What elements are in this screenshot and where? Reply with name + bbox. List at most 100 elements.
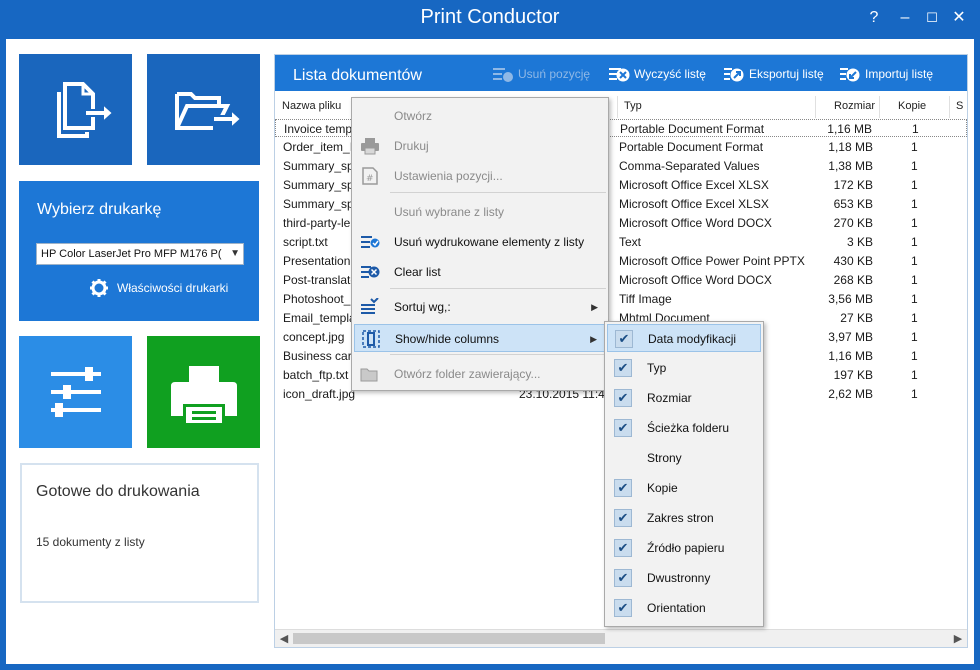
- clear-list-icon: [609, 68, 630, 82]
- cell-size: 3,56 MB: [828, 292, 873, 306]
- printer-dropdown[interactable]: HP Color LaserJet Pro MFP M176 P( ▼: [36, 243, 244, 265]
- cell-name: batch_ftp.txt: [283, 368, 349, 382]
- cell-size: 430 KB: [833, 254, 873, 268]
- menu-item-open[interactable]: Otwórz: [354, 102, 606, 130]
- cell-type: Microsoft Office Excel XLSX: [619, 178, 769, 192]
- columns-submenu: ✔ Data modyfikacji ✔ Typ ✔ Rozmiar ✔ Ścieżka fo…: [604, 321, 764, 627]
- checkmark-icon: ✔: [615, 330, 633, 348]
- cell-size: 172 KB: [833, 178, 873, 192]
- close-button[interactable]: ✕: [947, 6, 971, 30]
- cell-name: icon_draft.jpg: [283, 387, 356, 401]
- printer-icon: [171, 366, 237, 425]
- print-button[interactable]: [147, 336, 260, 448]
- menu-item-label: Drukuj: [394, 139, 429, 153]
- cell-copies: 1: [911, 254, 918, 268]
- maximize-button[interactable]: ☐: [920, 6, 944, 30]
- column-header-type[interactable]: Typ: [618, 96, 816, 118]
- cell-size: 3 KB: [846, 235, 873, 249]
- cell-size: 1,16 MB: [827, 122, 872, 136]
- columns-icon: [362, 330, 380, 348]
- menu-item-label: Sortuj wg,:: [394, 300, 451, 314]
- column-toggle-item[interactable]: ✔ Dwustronny: [607, 564, 761, 592]
- cell-type: Comma-Separated Values: [619, 159, 760, 173]
- menu-item-show-hide-columns[interactable]: Show/hide columns ▶: [354, 324, 606, 352]
- cell-type: Portable Document Format: [620, 122, 765, 136]
- cell-name: Post-translate: [283, 273, 358, 287]
- cell-copies: 1: [911, 235, 918, 249]
- column-toggle-label: Typ: [647, 361, 667, 375]
- printer-panel-title: Wybierz drukarkę: [37, 201, 162, 218]
- cell-copies: 1: [911, 178, 918, 192]
- printer-properties-label: Właściwości drukarki: [117, 281, 229, 295]
- scroll-right-icon[interactable]: ▶: [950, 631, 966, 647]
- checkmark-icon: ✔: [614, 599, 632, 617]
- chevron-down-icon: ▼: [230, 248, 240, 259]
- settings-button[interactable]: [19, 336, 132, 448]
- sort-icon: [361, 298, 379, 314]
- app-window: Print Conductor ? – ☐ ✕ Wybierz drukarkę: [0, 0, 980, 670]
- horizontal-scrollbar[interactable]: ◀ ▶: [275, 629, 967, 647]
- menu-item-item-settings[interactable]: # Ustawienia pozycji...: [354, 162, 606, 190]
- menu-item-clear-list[interactable]: Clear list: [354, 258, 606, 286]
- import-list-icon: [840, 68, 860, 82]
- menu-item-label: Otwórz folder zawierający...: [394, 367, 541, 381]
- menu-item-open-folder[interactable]: Otwórz folder zawierający...: [354, 360, 606, 388]
- column-header-size[interactable]: Rozmiar: [816, 96, 880, 118]
- menu-item-print[interactable]: Drukuj: [354, 132, 606, 160]
- add-files-button[interactable]: [19, 54, 132, 165]
- menu-item-sort-by[interactable]: Sortuj wg,: ▶: [354, 293, 606, 321]
- export-list-label: Eksportuj listę: [749, 67, 824, 81]
- column-toggle-item[interactable]: ✔ Ścieżka folderu: [607, 414, 761, 442]
- column-toggle-item[interactable]: ✔ Typ: [607, 354, 761, 382]
- add-folder-icon: [175, 92, 243, 131]
- checkmark-icon: ✔: [614, 539, 632, 557]
- cell-name: Business card: [283, 349, 359, 363]
- cell-size: 2,62 MB: [828, 387, 873, 401]
- cell-size: 27 KB: [840, 311, 873, 325]
- cell-name: Photoshoot_: [283, 292, 351, 306]
- add-folder-button[interactable]: [147, 54, 260, 165]
- scroll-left-icon[interactable]: ◀: [276, 631, 292, 647]
- column-toggle-item[interactable]: ✔ Zakres stron: [607, 504, 761, 532]
- column-toggle-item[interactable]: ✔ Orientation: [607, 594, 761, 622]
- column-toggle-label: Strony: [647, 451, 682, 465]
- cell-name: Summary_spr: [283, 178, 358, 192]
- cell-copies: 1: [911, 330, 918, 344]
- cell-size: 1,18 MB: [828, 140, 873, 154]
- cell-name: third-party-le: [283, 216, 351, 230]
- column-toggle-item[interactable]: ✔ Rozmiar: [607, 384, 761, 412]
- column-toggle-item[interactable]: ✔ Źródło papieru: [607, 534, 761, 562]
- column-toggle-label: Dwustronny: [647, 571, 711, 585]
- column-toggle-item[interactable]: Strony: [607, 444, 761, 472]
- menu-item-label: Ustawienia pozycji...: [394, 169, 503, 183]
- printer-properties-link[interactable]: Właściwości drukarki: [89, 278, 228, 298]
- column-toggle-label: Źródło papieru: [647, 541, 725, 555]
- status-text: 15 dokumenty z listy: [36, 535, 145, 549]
- help-button[interactable]: ?: [862, 6, 886, 30]
- svg-text:#: #: [366, 174, 374, 184]
- column-toggle-item[interactable]: ✔ Kopie: [607, 474, 761, 502]
- export-list-icon: [724, 68, 744, 82]
- cell-name: concept.jpg: [283, 330, 345, 344]
- minimize-button[interactable]: –: [893, 6, 917, 30]
- menu-item-remove-selected[interactable]: Usuń wybrane z listy: [354, 198, 606, 226]
- remove-item-button[interactable]: Usuń pozycję: [492, 66, 590, 82]
- import-list-button[interactable]: Importuj listę: [839, 66, 933, 82]
- submenu-arrow-icon: ▶: [590, 334, 597, 344]
- cell-size: 3,97 MB: [828, 330, 873, 344]
- cell-name: Order_item_ID: [283, 140, 362, 154]
- export-list-button[interactable]: Eksportuj listę: [723, 66, 824, 82]
- column-header-more[interactable]: S: [950, 96, 967, 118]
- column-toggle-item[interactable]: ✔ Data modyfikacji: [607, 324, 761, 352]
- cell-type: Microsoft Office Power Point PPTX: [619, 254, 805, 268]
- cell-type: Portable Document Format: [619, 140, 764, 154]
- clear-list-button[interactable]: Wyczyść listę: [608, 66, 706, 82]
- checkmark-icon: ✔: [614, 569, 632, 587]
- menu-item-label: Show/hide columns: [395, 332, 500, 346]
- menu-item-remove-printed[interactable]: Usuń wydrukowane elementy z listy: [354, 228, 606, 256]
- cell-copies: 1: [911, 273, 918, 287]
- status-title: Gotowe do drukowania: [36, 483, 200, 500]
- column-header-copies[interactable]: Kopie: [880, 96, 950, 118]
- scrollbar-thumb[interactable]: [293, 633, 605, 644]
- checkmark-icon: ✔: [614, 389, 632, 407]
